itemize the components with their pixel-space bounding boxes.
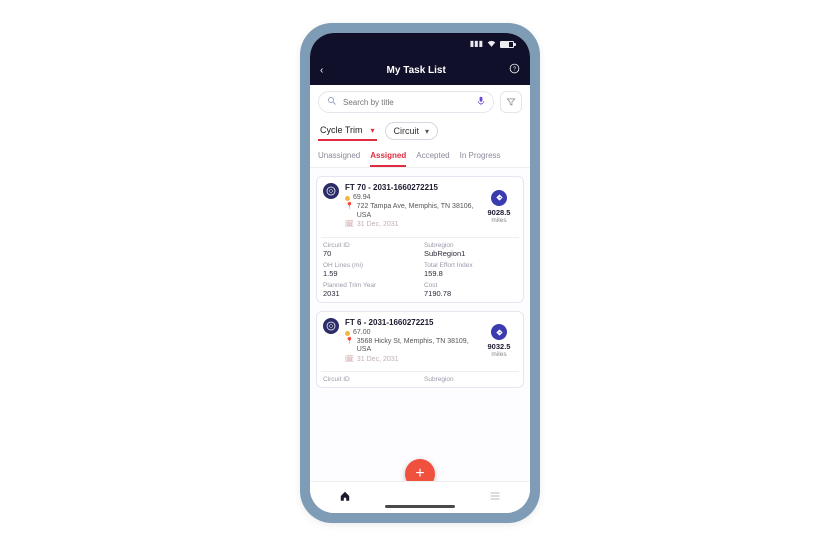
location-pin-icon: 📍 <box>345 338 354 346</box>
cycle-trim-dropdown[interactable]: Cycle Trim ▾ <box>318 121 377 141</box>
task-type-icon <box>323 183 339 199</box>
task-card[interactable]: FT 6 - 2031-1660272215 67.00 📍3568 Hicky… <box>316 311 524 389</box>
home-indicator <box>385 505 455 508</box>
search-icon <box>327 96 337 109</box>
tab-unassigned[interactable]: Unassigned <box>318 151 360 167</box>
distance-unit: miles <box>491 351 506 358</box>
task-card[interactable]: FT 70 - 2031-1660272215 69.94 📍722 Tampa… <box>316 176 524 303</box>
task-type-icon <box>323 318 339 334</box>
task-address: 3568 Hicky St, Memphis, TN 38109, USA <box>357 338 475 355</box>
nav-menu-icon[interactable] <box>489 491 501 504</box>
status-dot-icon <box>345 196 350 201</box>
help-button[interactable]: ? <box>509 63 520 77</box>
bottom-nav <box>310 481 530 513</box>
subregion-value: SubRegion1 <box>424 249 517 258</box>
task-details: Circuit ID Subregion <box>323 376 517 383</box>
oh-lines-label: OH Lines (mi) <box>323 262 416 269</box>
task-details: Circuit ID70 SubregionSubRegion1 OH Line… <box>323 242 517 298</box>
circuit-id-label: Circuit ID <box>323 242 416 249</box>
circuit-dropdown[interactable]: Circuit ▾ <box>385 122 439 140</box>
effort-value: 159.8 <box>424 269 517 278</box>
calendar-icon: 🗓 <box>345 221 354 229</box>
search-input[interactable] <box>343 98 471 107</box>
effort-label: Total Effort Index <box>424 262 517 269</box>
task-due: 31 Dec, 2031 <box>357 356 399 364</box>
subregion-label: Subregion <box>424 242 517 249</box>
subregion-label: Subregion <box>424 376 517 383</box>
location-pin-icon: 📍 <box>345 203 354 211</box>
status-dot-icon <box>345 331 350 336</box>
task-title: FT 6 - 2031-1660272215 <box>345 318 475 327</box>
screen: ▮▮▮ ‹ My Task List ? <box>310 33 530 513</box>
distance-block[interactable]: 9032.5 miles <box>481 318 517 366</box>
planned-year-value: 2031 <box>323 289 416 298</box>
tab-in-progress[interactable]: In Progress <box>460 151 501 167</box>
search-row <box>310 85 530 119</box>
phone-frame: ▮▮▮ ‹ My Task List ? <box>300 23 540 523</box>
distance-value: 9032.5 <box>488 342 511 351</box>
microphone-icon[interactable] <box>477 96 485 109</box>
filter-button[interactable] <box>500 91 522 113</box>
battery-icon <box>500 41 514 48</box>
tab-accepted[interactable]: Accepted <box>416 151 449 167</box>
circuit-id-value: 70 <box>323 249 416 258</box>
circuit-id-label: Circuit ID <box>323 376 416 383</box>
planned-year-label: Planned Trim Year <box>323 282 416 289</box>
status-tabs: Unassigned Assigned Accepted In Progress <box>310 147 530 168</box>
directions-icon <box>491 190 507 206</box>
task-address: 722 Tampa Ave, Memphis, TN 38106, USA <box>357 203 475 220</box>
task-title: FT 70 - 2031-1660272215 <box>345 183 475 192</box>
status-bar: ▮▮▮ <box>310 33 530 55</box>
directions-icon <box>491 324 507 340</box>
cycle-trim-label: Cycle Trim <box>320 125 363 135</box>
chevron-down-icon: ▾ <box>371 126 375 135</box>
svg-text:?: ? <box>513 67 516 73</box>
distance-value: 9028.5 <box>488 208 511 217</box>
app-header: ‹ My Task List ? <box>310 55 530 85</box>
task-score: 67.00 <box>353 329 371 337</box>
back-button[interactable]: ‹ <box>320 65 323 76</box>
calendar-icon: 🗓 <box>345 356 354 364</box>
cost-value: 7190.78 <box>424 289 517 298</box>
signal-icon: ▮▮▮ <box>470 40 483 48</box>
search-box[interactable] <box>318 91 494 113</box>
distance-block[interactable]: 9028.5 miles <box>481 183 517 231</box>
task-score: 69.94 <box>353 194 371 202</box>
distance-unit: miles <box>491 217 506 224</box>
oh-lines-value: 1.59 <box>323 269 416 278</box>
task-due: 31 Dec, 2031 <box>357 221 399 229</box>
task-list[interactable]: FT 70 - 2031-1660272215 69.94 📍722 Tampa… <box>310 168 530 481</box>
wifi-icon <box>487 40 496 49</box>
cost-label: Cost <box>424 282 517 289</box>
filter-pills: Cycle Trim ▾ Circuit ▾ <box>310 119 530 147</box>
page-title: My Task List <box>387 65 446 76</box>
circuit-label: Circuit <box>394 126 420 136</box>
nav-home-icon[interactable] <box>339 490 351 505</box>
chevron-down-icon: ▾ <box>425 127 429 136</box>
tab-assigned[interactable]: Assigned <box>370 151 406 167</box>
